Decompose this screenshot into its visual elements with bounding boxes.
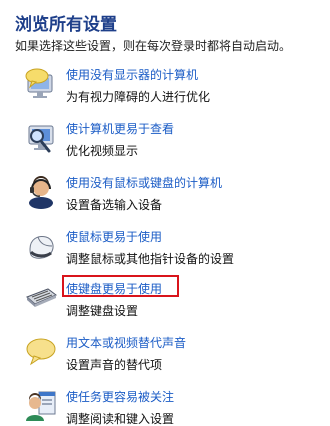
desc-keyboard: 调整键盘设置 — [66, 304, 139, 318]
link-focus-tasks[interactable]: 使任务更容易被关注 — [66, 389, 174, 405]
desc-easier-to-see: 优化视频显示 — [66, 144, 139, 158]
page-title: 浏览所有设置 — [15, 15, 117, 35]
magnifier-monitor-icon — [24, 121, 58, 155]
link-easier-to-see[interactable]: 使计算机更易于查看 — [66, 121, 174, 137]
mouse-icon — [24, 229, 58, 263]
keyboard-link-highlight — [62, 275, 179, 297]
setting-item-no-mouse-keyboard: 使用没有鼠标或键盘的计算机 设置备选输入设备 — [24, 175, 324, 215]
speech-bubble-monitor-icon — [24, 67, 58, 101]
desc-focus-tasks: 调整阅读和键入设置 — [66, 412, 175, 426]
setting-item-mouse: 使鼠标更易于使用 调整鼠标或其他指针设备的设置 — [24, 229, 324, 269]
keyboard-icon — [24, 281, 58, 315]
desc-no-display: 为有视力障碍的人进行优化 — [66, 90, 211, 104]
desc-mouse: 调整鼠标或其他指针设备的设置 — [66, 252, 235, 266]
ease-of-access-settings-page: 浏览所有设置 如果选择这些设置，则在每次登录时都将自动启动。 使用没有显示器的计… — [0, 0, 330, 426]
setting-item-sound-alternatives: 用文本或视频替代声音 设置声音的替代项 — [24, 335, 324, 375]
link-no-mouse-keyboard[interactable]: 使用没有鼠标或键盘的计算机 — [66, 175, 222, 191]
desc-sound-alternatives: 设置声音的替代项 — [66, 358, 163, 372]
setting-item-no-display: 使用没有显示器的计算机 为有视力障碍的人进行优化 — [24, 67, 324, 107]
link-sound-alternatives[interactable]: 用文本或视频替代声音 — [66, 335, 186, 351]
setting-item-focus-tasks: 使任务更容易被关注 调整阅读和键入设置 — [24, 389, 324, 426]
setting-item-easier-to-see: 使计算机更易于查看 优化视频显示 — [24, 121, 324, 161]
header: 浏览所有设置 如果选择这些设置，则在每次登录时都将自动启动。 — [15, 14, 325, 54]
link-no-display[interactable]: 使用没有显示器的计算机 — [66, 67, 198, 83]
page-subtitle: 如果选择这些设置，则在每次登录时都将自动启动。 — [15, 39, 292, 53]
person-window-icon — [24, 389, 58, 423]
speech-bubble-icon — [24, 335, 58, 369]
link-mouse[interactable]: 使鼠标更易于使用 — [66, 229, 162, 245]
desc-no-mouse-keyboard: 设置备选输入设备 — [66, 198, 163, 212]
headset-person-icon — [24, 175, 58, 209]
